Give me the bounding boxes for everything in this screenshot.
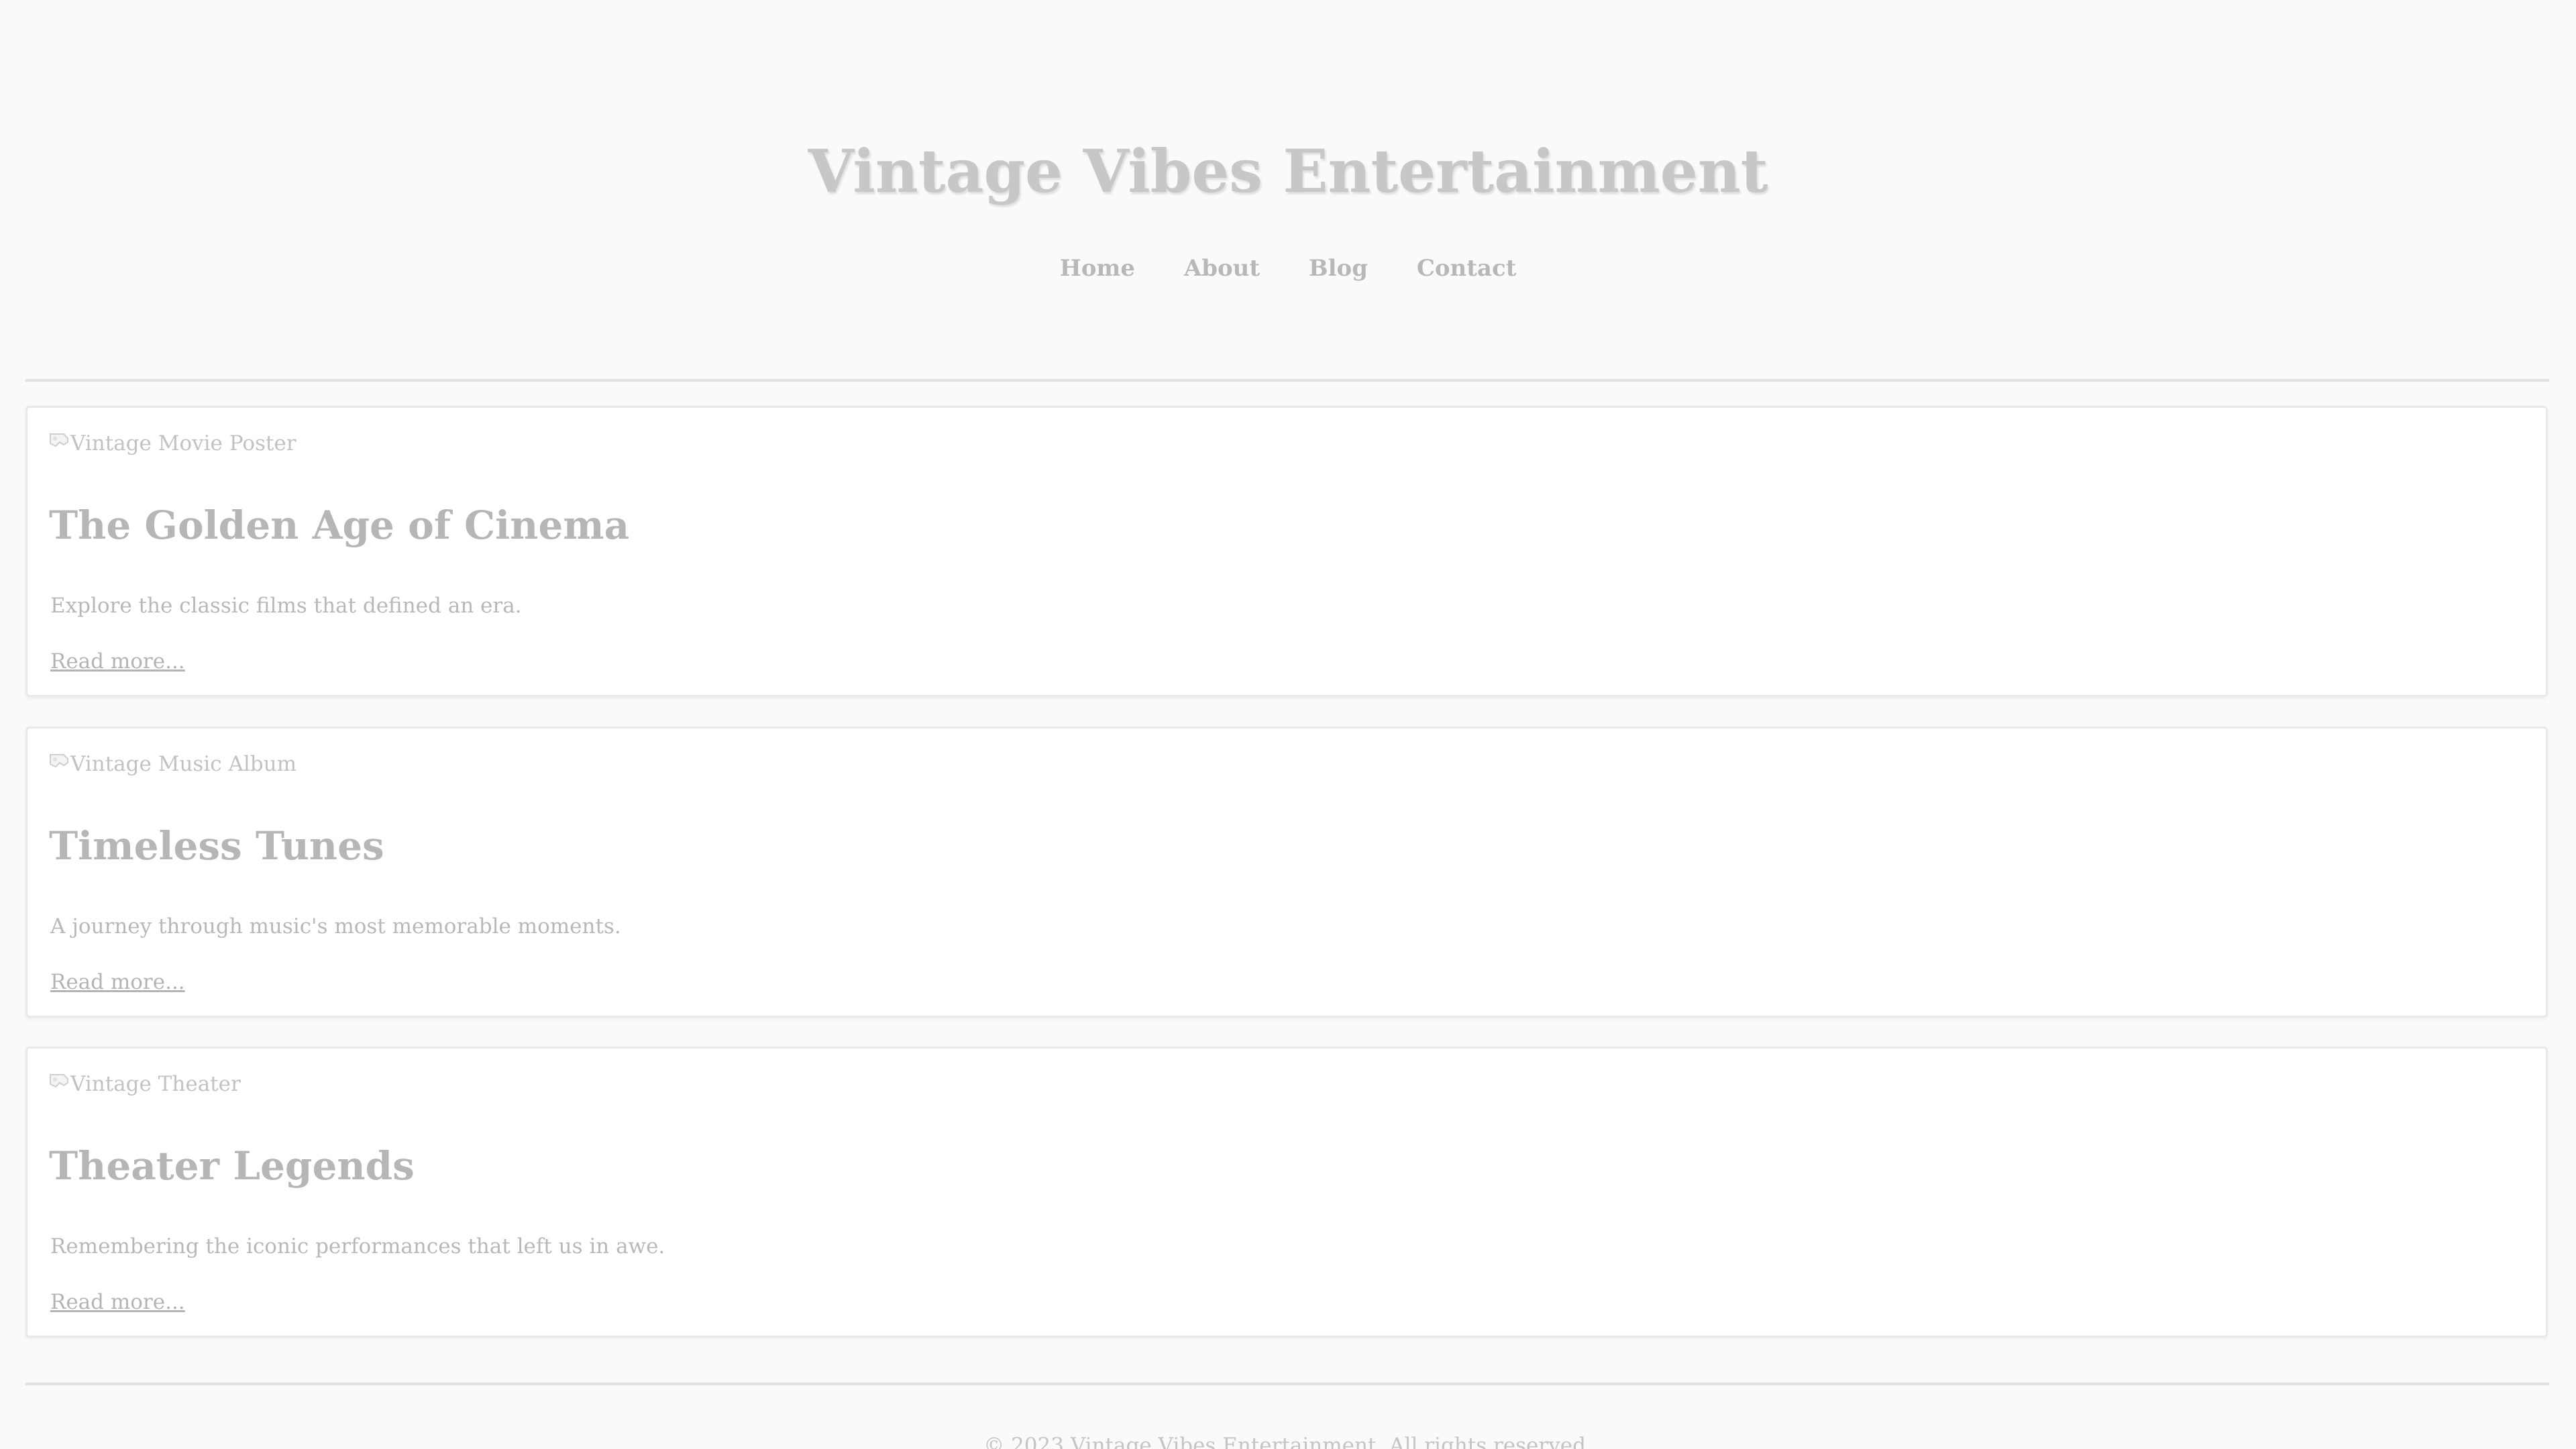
nav-home-link[interactable]: Home: [1060, 248, 1135, 288]
post-title: The Golden Age of Cinema: [49, 502, 630, 548]
site-header: Vintage Vibes Entertainment Home About B…: [0, 0, 2576, 356]
broken-image-icon: [49, 1070, 69, 1090]
post-excerpt: Remembering the iconic performances that…: [50, 1234, 665, 1258]
post-excerpt: Explore the classic films that defined a…: [50, 594, 522, 618]
read-more-link[interactable]: Read more...: [50, 1285, 185, 1319]
post-card: Vintage Theater Theater Legends Remember…: [25, 1046, 2548, 1338]
post-image-alt: Vintage Theater: [70, 1072, 241, 1096]
footer-divider: [25, 1383, 2549, 1385]
header-divider: [25, 379, 2549, 382]
site-footer: © 2023 Vintage Vibes Entertainment. All …: [0, 1429, 2576, 1449]
broken-image-icon: [49, 429, 69, 449]
read-more-link[interactable]: Read more...: [50, 965, 185, 999]
post-title: Theater Legends: [49, 1143, 415, 1189]
footer-copyright: © 2023 Vintage Vibes Entertainment. All …: [983, 1434, 1593, 1449]
post-image-alt: Vintage Music Album: [70, 752, 297, 776]
post-excerpt: A journey through music's most memorable…: [50, 914, 621, 938]
site-title: Vintage Vibes Entertainment: [808, 136, 1768, 206]
nav-contact-link[interactable]: Contact: [1417, 248, 1517, 288]
main-nav: Home About Blog Contact: [0, 248, 2576, 288]
post-image-alt: Vintage Movie Poster: [70, 431, 297, 455]
post-title: Timeless Tunes: [49, 823, 384, 869]
nav-blog-link[interactable]: Blog: [1309, 248, 1368, 288]
broken-image-icon: [49, 750, 69, 770]
post-image: Vintage Movie Poster: [49, 427, 297, 460]
nav-about-link[interactable]: About: [1184, 248, 1260, 288]
post-card: Vintage Movie Poster The Golden Age of C…: [25, 406, 2548, 697]
post-image: Vintage Music Album: [49, 747, 297, 781]
post-image: Vintage Theater: [49, 1067, 241, 1101]
post-card: Vintage Music Album Timeless Tunes A jou…: [25, 727, 2548, 1018]
read-more-link[interactable]: Read more...: [50, 645, 185, 678]
